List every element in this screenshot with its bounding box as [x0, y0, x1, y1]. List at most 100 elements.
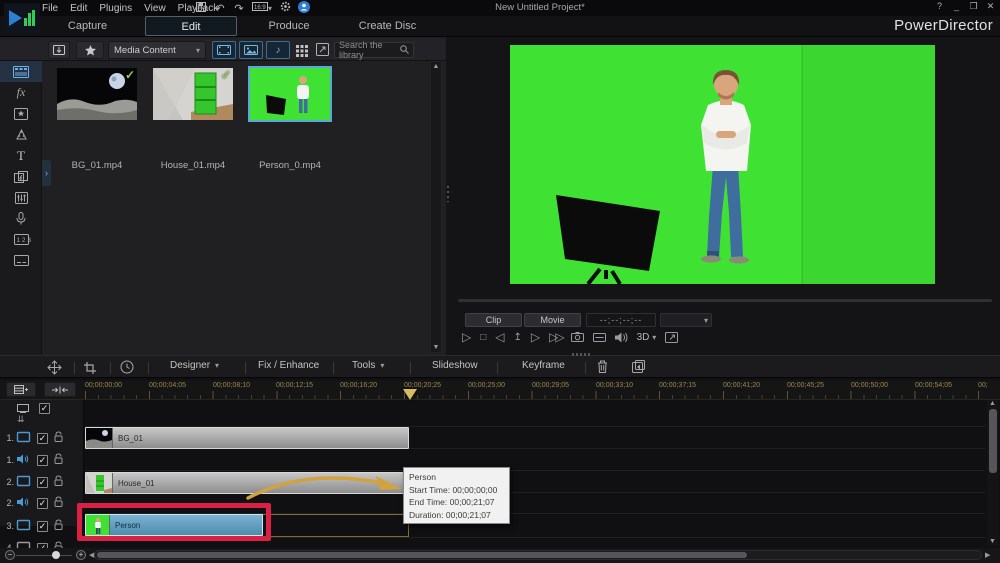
volume-icon[interactable]: [615, 329, 628, 345]
undo-icon[interactable]: ↶: [211, 2, 229, 15]
collapse-tracks-icon[interactable]: ⇊: [17, 414, 33, 425]
scroll-right-icon[interactable]: ▶: [985, 551, 990, 559]
zoom-out-button[interactable]: −: [5, 550, 15, 560]
media-room-icon[interactable]: [0, 61, 42, 82]
track-enable-checkbox[interactable]: ✓: [37, 498, 48, 509]
import-media-icon[interactable]: [48, 41, 70, 59]
next-frame-button[interactable]: ▷: [531, 329, 540, 345]
menu-edit[interactable]: Edit: [64, 1, 93, 16]
track-lock-icon[interactable]: [54, 429, 63, 447]
audio-mixing-room-icon[interactable]: [0, 187, 42, 208]
horizontal-scrollbar-thumb[interactable]: [97, 552, 747, 558]
track-lock-icon[interactable]: [54, 494, 63, 512]
keyframe-button[interactable]: Keyframe: [522, 360, 565, 371]
tab-create-disc[interactable]: Create Disc: [340, 16, 435, 36]
menu-view[interactable]: View: [138, 1, 172, 16]
save-icon[interactable]: [192, 2, 210, 15]
track-lock-icon[interactable]: [54, 473, 63, 491]
track-enable-checkbox[interactable]: ✓: [37, 455, 48, 466]
minimize-button[interactable]: _: [951, 1, 962, 12]
help-button[interactable]: ?: [934, 1, 945, 12]
redo-icon[interactable]: ↷: [230, 2, 248, 15]
track-lock-icon[interactable]: [54, 517, 63, 535]
previous-frame-button[interactable]: ◁: [495, 329, 504, 345]
delete-icon[interactable]: [597, 360, 608, 378]
horizontal-scrollbar[interactable]: [94, 550, 982, 560]
tab-edit[interactable]: Edit: [145, 16, 237, 36]
tools-button[interactable]: Tools▾: [352, 360, 384, 371]
all-tracks-checkbox[interactable]: ✓: [39, 403, 50, 414]
crop-icon[interactable]: [84, 361, 96, 379]
restore-button[interactable]: ❐: [968, 1, 979, 12]
filter-music-button[interactable]: ♪: [266, 41, 290, 59]
play-button[interactable]: ▷: [462, 329, 471, 345]
filter-photo-button[interactable]: [239, 41, 263, 59]
detach-panel-icon[interactable]: [316, 43, 329, 61]
timeline-ruler[interactable]: 00;00;00;00 00;00;04;05 00;00;08;10 00;0…: [0, 380, 1000, 400]
playhead-marker[interactable]: [403, 389, 417, 400]
duration-icon[interactable]: [120, 360, 134, 379]
fit-timeline-icon[interactable]: [44, 382, 76, 397]
menu-plugins[interactable]: Plugins: [93, 1, 138, 16]
zoom-slider[interactable]: [16, 555, 72, 556]
scroll-up-icon[interactable]: ▲: [989, 400, 996, 407]
tab-capture[interactable]: Capture: [40, 16, 135, 36]
step-button[interactable]: ↥: [514, 329, 522, 345]
scroll-down-icon[interactable]: ▼: [989, 538, 996, 545]
fast-forward-button[interactable]: ▷▷: [549, 329, 561, 345]
timecode-display[interactable]: --;--;--;--: [586, 313, 656, 327]
snapshot-icon[interactable]: [571, 329, 584, 345]
scroll-up-icon[interactable]: ▲: [431, 63, 441, 70]
zoom-in-button[interactable]: +: [76, 550, 86, 560]
vertical-scrollbar-thumb[interactable]: [989, 409, 997, 473]
particle-room-icon[interactable]: [0, 124, 42, 145]
slideshow-button[interactable]: Slideshow: [432, 360, 478, 371]
effects-room-icon[interactable]: fx: [0, 82, 42, 103]
pip-objects-room-icon[interactable]: [0, 103, 42, 124]
track-enable-checkbox[interactable]: ✓: [37, 477, 48, 488]
media-item-bg01[interactable]: ✓: [57, 68, 137, 120]
track-enable-checkbox[interactable]: ✓: [37, 433, 48, 444]
produce-range-icon[interactable]: [632, 360, 645, 378]
scroll-down-icon[interactable]: ▼: [431, 344, 441, 351]
close-button[interactable]: ✕: [985, 1, 996, 12]
library-menu-icon[interactable]: [296, 44, 308, 62]
search-input[interactable]: Search the library: [334, 42, 414, 58]
movie-mode-button[interactable]: Movie: [524, 313, 581, 327]
preview-seek-bar[interactable]: [458, 299, 992, 302]
title-room-icon[interactable]: T: [0, 145, 42, 166]
fullscreen-icon[interactable]: [665, 329, 678, 345]
subtitle-room-icon[interactable]: [0, 250, 42, 271]
range-select-icon[interactable]: [48, 361, 61, 379]
panel-grip[interactable]: [572, 353, 590, 356]
transition-room-icon[interactable]: [0, 166, 42, 187]
settings-gear-icon[interactable]: [276, 1, 294, 15]
menu-file[interactable]: File: [36, 1, 64, 16]
3d-mode-button[interactable]: 3D ▾: [637, 329, 657, 345]
track-manager-icon[interactable]: [6, 382, 36, 397]
chapter-room-icon[interactable]: 1 2 3: [0, 229, 42, 250]
media-item-house01[interactable]: ✓: [153, 68, 233, 120]
track-lock-icon[interactable]: [54, 451, 63, 469]
aspect-ratio-icon[interactable]: 16:9▾: [249, 2, 275, 14]
timeline-vertical-scrollbar[interactable]: ▲ ▼: [987, 400, 999, 546]
clip-mode-button[interactable]: Clip: [465, 313, 522, 327]
stop-button[interactable]: □: [480, 329, 486, 345]
divider-grip[interactable]: [447, 186, 449, 202]
voiceover-room-icon[interactable]: [0, 208, 42, 229]
directorzone-account-icon[interactable]: [295, 1, 313, 16]
preview-quality-icon[interactable]: [593, 329, 606, 345]
zoom-slider-handle[interactable]: [52, 551, 60, 559]
clip-bg01[interactable]: BG_01: [85, 427, 409, 449]
filter-video-button[interactable]: [212, 41, 236, 59]
tab-produce[interactable]: Produce: [245, 16, 333, 36]
media-item-person0[interactable]: [250, 68, 330, 120]
plugins-icon[interactable]: [76, 41, 104, 59]
designer-button[interactable]: Designer▾: [170, 360, 219, 371]
track-enable-checkbox[interactable]: ✓: [37, 521, 48, 532]
preview-quality-dropdown[interactable]: ▾: [660, 313, 712, 327]
library-vertical-scrollbar[interactable]: ▲ ▼: [430, 61, 442, 353]
fix-enhance-button[interactable]: Fix / Enhance: [258, 360, 319, 371]
media-content-dropdown[interactable]: Media Content▾: [108, 41, 206, 59]
preview-video[interactable]: [510, 45, 935, 284]
